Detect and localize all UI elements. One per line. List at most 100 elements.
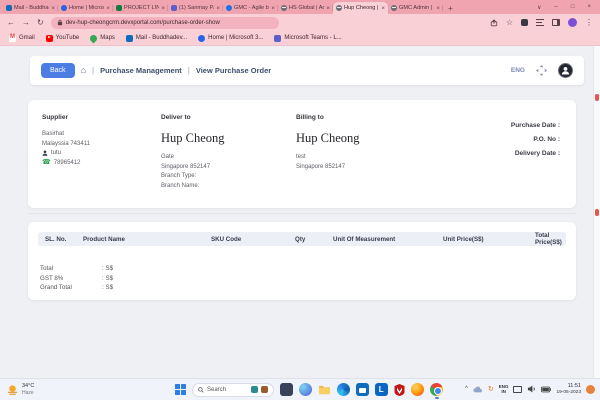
tab-close-icon[interactable]: ×: [381, 5, 385, 12]
billing-line: Singapore 852147: [296, 164, 426, 170]
window-minimize-button[interactable]: –: [555, 4, 558, 10]
taskbar-search[interactable]: Search: [192, 383, 274, 397]
extension-icon[interactable]: [521, 19, 528, 26]
tab-hs-global[interactable]: HS Global | Adm ×: [278, 2, 333, 14]
bookmark-maps[interactable]: Maps: [90, 35, 115, 42]
address-bar[interactable]: dev-hup-cheongcrm.devxportal.com/purchas…: [51, 17, 279, 29]
bookmark-youtube[interactable]: YouTube: [46, 35, 80, 42]
tab-close-icon[interactable]: ×: [436, 5, 440, 12]
tab-close-icon[interactable]: ×: [106, 5, 110, 12]
taskbar-center: Search: [175, 383, 443, 397]
cast-screen-icon[interactable]: [513, 386, 522, 393]
start-button[interactable]: [175, 384, 186, 395]
firefox-app-icon[interactable]: [411, 383, 424, 396]
sync-icon[interactable]: ↻: [488, 386, 494, 393]
tab-project-link[interactable]: PROJECT LINKab ×: [113, 2, 168, 14]
breadcrumb-section[interactable]: Purchase Management: [100, 66, 182, 75]
language-selector[interactable]: ENG: [511, 67, 525, 74]
back-button[interactable]: Back: [41, 63, 75, 78]
bookmark-ms-home[interactable]: Home | Microsoft 3...: [198, 35, 263, 42]
store-app-icon[interactable]: [356, 383, 369, 396]
tab-close-icon[interactable]: ×: [161, 5, 165, 12]
tab-search-icon[interactable]: ∨: [537, 4, 541, 11]
window-close-button[interactable]: ×: [587, 4, 591, 10]
grand-total-label: Grand Total: [40, 284, 102, 291]
youtube-icon: [46, 35, 53, 42]
gst-row: GST 8% : S$: [38, 275, 566, 282]
tab-hup-cheong-active[interactable]: Hup Cheong | CR ×: [333, 2, 388, 14]
window-maximize-button[interactable]: □: [571, 4, 575, 10]
tab-close-icon[interactable]: ×: [51, 5, 55, 12]
col-sku-code: SKU Code: [211, 236, 295, 243]
search-thumbnail-icon: [261, 386, 268, 393]
home-icon[interactable]: ⌂: [81, 66, 86, 75]
speaker-icon[interactable]: [527, 385, 536, 393]
share-icon[interactable]: [490, 19, 498, 27]
page-scrollbar[interactable]: [593, 46, 600, 378]
reading-list-icon[interactable]: [536, 19, 544, 26]
fullscreen-expand-icon[interactable]: [536, 65, 547, 76]
notification-badge[interactable]: [586, 385, 595, 394]
section-divider: [28, 213, 576, 214]
supplier-phone: 78965412: [54, 160, 81, 166]
back-nav-icon[interactable]: ←: [7, 19, 15, 27]
linkedin-app-icon[interactable]: [375, 383, 388, 396]
weather-widget[interactable]: 34°C Haze: [0, 383, 175, 396]
breadcrumb-separator: |: [92, 66, 94, 75]
browser-tabstrip: Mail - Buddhadev × Home | Microsoft × PR…: [0, 0, 600, 14]
tab-close-icon[interactable]: ×: [216, 5, 220, 12]
lock-icon: [57, 19, 63, 26]
deliver-line: Singapore 852147: [161, 164, 291, 170]
purchase-date-label: Purchase Date :: [511, 122, 560, 129]
user-avatar[interactable]: [558, 63, 573, 78]
clock-widget[interactable]: 11:51 19-05-2023: [556, 383, 581, 396]
tab-gmc-agile[interactable]: GMC - Agile boa ×: [223, 2, 278, 14]
tab-title: Home | Microsoft: [69, 5, 104, 11]
deliver-to-section: Deliver to Hup Cheong Gate Singapore 852…: [161, 114, 291, 192]
globe-favicon: [281, 5, 287, 11]
search-label: Search: [207, 387, 226, 393]
bookmark-teams[interactable]: Microsoft Teams - L...: [274, 35, 341, 42]
tab-close-icon[interactable]: ×: [271, 5, 275, 12]
new-tab-button[interactable]: +: [448, 4, 453, 14]
tab-gmc-admin[interactable]: GMC Admin | CR ×: [388, 2, 443, 14]
mcafee-shield-icon[interactable]: [394, 384, 405, 396]
bookmark-star-icon[interactable]: ☆: [506, 19, 513, 27]
forward-nav-icon[interactable]: →: [22, 19, 30, 27]
tab-title: HS Global | Adm: [289, 5, 324, 11]
file-explorer-icon[interactable]: [318, 384, 331, 395]
reload-icon[interactable]: ↻: [37, 19, 44, 27]
tab-close-icon[interactable]: ×: [326, 5, 330, 12]
total-row: Total : S$: [38, 265, 566, 272]
tab-title: PROJECT LINKab: [124, 5, 159, 11]
delivery-date-label: Delivery Date :: [511, 150, 560, 157]
weather-temp: 34°C: [22, 383, 34, 390]
bookmark-gmail[interactable]: Gmail: [9, 35, 35, 42]
profile-avatar[interactable]: [568, 18, 577, 27]
tab-mail-buddhadev[interactable]: Mail - Buddhadev ×: [3, 2, 58, 14]
onedrive-cloud-icon[interactable]: [473, 386, 483, 393]
edge-app-icon[interactable]: [337, 383, 350, 396]
supplier-label: Supplier: [42, 114, 154, 121]
bookmark-mail[interactable]: Mail - Buddhadev...: [126, 35, 187, 42]
tab-sanmay[interactable]: (1) Sanmay Palne ×: [168, 2, 223, 14]
tray-chevron-icon[interactable]: ^: [465, 386, 468, 392]
page-content: Back ⌂ | Purchase Management | View Purc…: [0, 46, 600, 378]
side-panel-icon[interactable]: [552, 19, 560, 26]
deliver-branch-type: Branch Type:: [161, 173, 291, 179]
widgets-app-icon[interactable]: [280, 383, 293, 396]
outlook-icon: [126, 35, 133, 42]
table-empty-body: [38, 246, 566, 265]
browser-menu-icon[interactable]: ⋮: [585, 19, 593, 27]
supplier-name: Basirhat: [42, 131, 154, 137]
window-controls: ∨ – □ ×: [537, 0, 600, 14]
copilot-app-icon[interactable]: [299, 383, 312, 396]
battery-icon[interactable]: [541, 386, 551, 393]
breadcrumb-separator: |: [188, 66, 190, 75]
chrome-app-icon-active[interactable]: [430, 383, 443, 396]
order-meta-section: Purchase Date : P.O. No : Delivery Date …: [511, 122, 560, 164]
language-indicator[interactable]: ENG IN: [499, 384, 509, 394]
billing-company-name: Hup Cheong: [296, 131, 426, 146]
tab-home-microsoft[interactable]: Home | Microsoft ×: [58, 2, 113, 14]
total-label: Total: [40, 265, 102, 272]
